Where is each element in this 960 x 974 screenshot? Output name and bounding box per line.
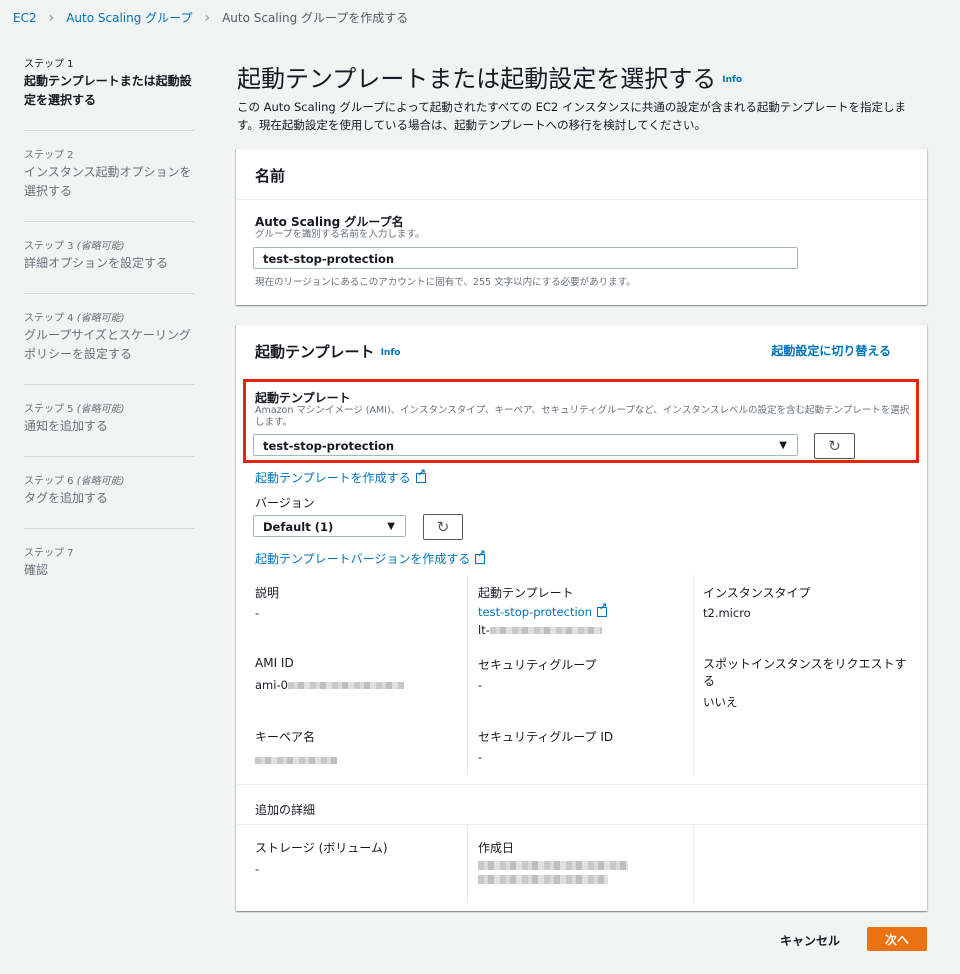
key-pair-label: キーペア名 (255, 730, 316, 744)
instance-type-label: インスタンスタイプ (703, 586, 811, 600)
version-label: バージョン (255, 496, 315, 510)
key-pair-value (255, 753, 337, 767)
select-value: test-stop-protection (263, 439, 395, 453)
step-title: グループサイズとスケーリングポリシーを設定する (24, 328, 191, 361)
step-number: ステップ 2 (24, 150, 74, 161)
step-4[interactable]: ステップ 4 (省略可能) グループサイズとスケーリングポリシーを設定する (24, 312, 194, 385)
spot-request-value: いいえ (703, 695, 738, 709)
template-label: 起動テンプレート (478, 586, 574, 600)
additional-details-header: 追加の詳細 (255, 803, 316, 817)
external-link-icon (596, 602, 607, 617)
security-group-id-label: セキュリティグループ ID (478, 730, 614, 744)
security-group-id-value: - (478, 750, 483, 764)
version-select[interactable]: Default (1) ▼ (253, 515, 406, 537)
security-group-value: - (478, 678, 483, 692)
template-name-link[interactable]: test-stop-protection (478, 602, 607, 619)
breadcrumb-auto-scaling-groups[interactable]: Auto Scaling グループ (66, 9, 192, 26)
field-description: Amazon マシンイメージ (AMI)、インスタンスタイプ、キーペア、セキュリ… (255, 405, 910, 428)
step-optional: (省略可能) (76, 476, 125, 487)
step-title: 確認 (24, 563, 49, 577)
step-1: ステップ 1 起動テンプレートまたは起動設定を選択する (24, 58, 194, 131)
step-number: ステップ 5 (24, 404, 74, 415)
step-title: 起動テンプレートまたは起動設定を選択する (24, 74, 192, 107)
description-value: - (255, 606, 260, 620)
refresh-button[interactable]: ↻ (814, 433, 855, 459)
page-title-text: 起動テンプレートまたは起動設定を選択する (237, 65, 717, 93)
security-group-label: セキュリティグループ (478, 658, 597, 672)
breadcrumb-ec2[interactable]: EC2 (13, 11, 37, 25)
wizard-steps: ステップ 1 起動テンプレートまたは起動設定を選択する ステップ 2 インスタン… (24, 58, 194, 618)
panel-header: 名前 (255, 167, 286, 185)
step-number: ステップ 6 (24, 476, 74, 487)
field-label: Auto Scaling グループ名 (255, 215, 404, 229)
field-constraint: 現在のリージョンにあるこのアカウントに固有で、255 文字以内にする必要がありま… (255, 277, 636, 288)
launch-template-panel: 起動テンプレート Info 起動設定に切り替える 起動テンプレート Amazon … (236, 324, 927, 911)
created-date-label: 作成日 (478, 841, 515, 855)
next-button[interactable]: 次へ (867, 927, 927, 951)
step-title: 通知を追加する (24, 419, 109, 433)
page-title: 起動テンプレートまたは起動設定を選択する Info (237, 59, 742, 94)
redacted-value (478, 861, 628, 870)
create-launch-template-link[interactable]: 起動テンプレートを作成する (255, 468, 426, 486)
panel-header: 起動テンプレート (255, 343, 375, 361)
step-title: 詳細オプションを設定する (24, 256, 169, 270)
storage-value: - (255, 862, 260, 876)
step-number: ステップ 7 (24, 548, 74, 559)
ami-id-value: ami-0 (255, 678, 404, 692)
caret-down-icon: ▼ (779, 440, 787, 451)
spot-request-label: スポットインスタンスをリクエストする (703, 657, 907, 688)
chevron-right-icon: › (48, 9, 55, 26)
redacted-value (489, 627, 602, 634)
step-number: ステップ 4 (24, 313, 74, 324)
switch-to-launch-config-link[interactable]: 起動設定に切り替える (771, 342, 891, 359)
info-link[interactable]: Info (381, 348, 401, 358)
step-7[interactable]: ステップ 7 確認 (24, 547, 194, 600)
cancel-button[interactable]: キャンセル (780, 932, 840, 949)
ami-id-label: AMI ID (255, 656, 294, 670)
breadcrumb-current: Auto Scaling グループを作成する (222, 11, 409, 25)
step-title: タグを追加する (24, 491, 109, 505)
asg-name-input[interactable]: test-stop-protection (253, 247, 798, 269)
step-title: インスタンス起動オプションを選択する (24, 165, 192, 198)
page-description: この Auto Scaling グループによって起動されたすべての EC2 イン… (237, 100, 907, 132)
field-label: 起動テンプレート (255, 391, 351, 405)
field-description: グループを識別する名前を入力します。 (255, 229, 425, 240)
refresh-icon: ↻ (436, 518, 450, 536)
step-optional: (省略可能) (76, 313, 125, 324)
step-6[interactable]: ステップ 6 (省略可能) タグを追加する (24, 475, 194, 529)
info-link[interactable]: Info (722, 75, 742, 85)
redacted-value (478, 875, 608, 884)
step-number: ステップ 3 (24, 241, 74, 252)
caret-down-icon: ▼ (387, 521, 395, 532)
created-date-value (478, 861, 628, 884)
instance-type-value: t2.micro (703, 606, 751, 620)
refresh-icon: ↻ (828, 437, 841, 455)
breadcrumb: EC2 › Auto Scaling グループ › Auto Scaling グ… (13, 9, 408, 26)
external-link-icon (415, 468, 426, 483)
select-value: Default (1) (263, 520, 334, 534)
redacted-value (287, 682, 404, 689)
storage-label: ストレージ (ボリューム) (255, 841, 388, 855)
step-number: ステップ 1 (24, 59, 74, 70)
create-template-version-link[interactable]: 起動テンプレートバージョンを作成する (255, 549, 486, 567)
external-link-icon (475, 549, 486, 564)
step-2[interactable]: ステップ 2 インスタンス起動オプションを選択する (24, 149, 194, 222)
step-optional: (省略可能) (76, 241, 125, 252)
step-optional: (省略可能) (76, 404, 125, 415)
version-refresh-button[interactable]: ↻ (423, 514, 463, 540)
description-label: 説明 (255, 586, 280, 600)
step-3[interactable]: ステップ 3 (省略可能) 詳細オプションを設定する (24, 240, 194, 294)
template-id: lt- (478, 623, 602, 637)
name-panel: 名前 Auto Scaling グループ名 グループを識別する名前を入力します。… (236, 148, 927, 305)
step-5[interactable]: ステップ 5 (省略可能) 通知を追加する (24, 403, 194, 457)
launch-template-select[interactable]: test-stop-protection ▼ (253, 434, 798, 456)
chevron-right-icon: › (204, 9, 211, 26)
redacted-value (255, 757, 337, 764)
